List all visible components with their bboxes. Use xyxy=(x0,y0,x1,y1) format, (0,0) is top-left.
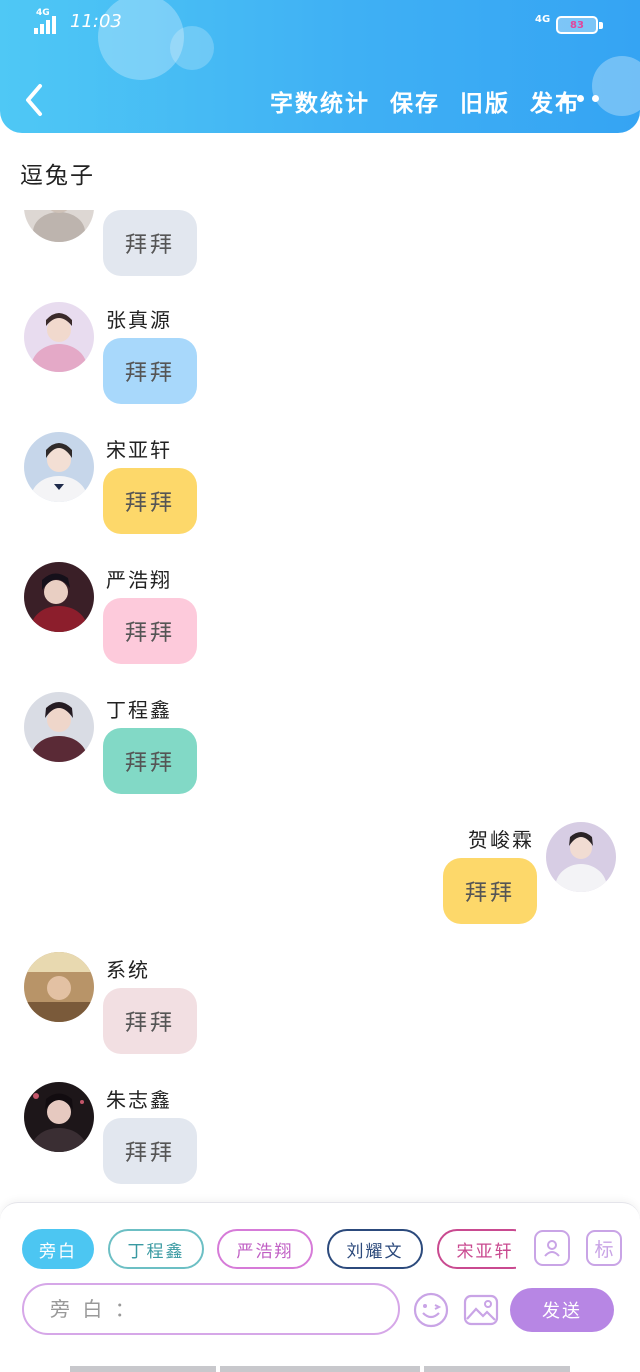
header-actions: 字数统计 保存 旧版 发布 xyxy=(270,84,580,118)
chat-title: 逗兔子 xyxy=(20,163,95,189)
avatar[interactable] xyxy=(546,822,616,892)
status-bar: 4G 11:03 4G 83 xyxy=(0,8,640,38)
send-button[interactable]: 发送 xyxy=(510,1288,614,1332)
battery-level: 83 xyxy=(570,19,584,31)
chevron-left-icon xyxy=(26,84,42,116)
sender-name: 宋亚轩 xyxy=(106,438,172,462)
message-bubble[interactable]: 拜拜 xyxy=(103,728,197,794)
message-bubble[interactable]: 拜拜 xyxy=(103,210,197,276)
top-bar: 4G 11:03 4G 83 字数统计 保存 旧版 发布 xyxy=(0,0,640,133)
avatar[interactable] xyxy=(24,952,94,1022)
sender-name: 丁程鑫 xyxy=(106,698,172,722)
message-bubble[interactable]: 拜拜 xyxy=(103,338,197,404)
message-bubble[interactable]: 拜拜 xyxy=(103,468,197,534)
message-list[interactable]: 拜拜 张真源 拜拜 宋亚轩 拜拜 严浩翔 拜拜 丁程鑫 拜拜 贺峻霖 拜拜 系统… xyxy=(0,210,640,1200)
message-bubble[interactable]: 拜拜 xyxy=(443,858,537,924)
sender-name: 系统 xyxy=(106,958,150,982)
word-count-button[interactable]: 字数统计 xyxy=(270,84,370,118)
message-bubble[interactable]: 拜拜 xyxy=(103,988,197,1054)
message-input-wrapper xyxy=(22,1283,400,1335)
nav-bar-segment xyxy=(220,1366,420,1372)
avatar[interactable] xyxy=(24,210,94,242)
battery-tip xyxy=(599,22,603,29)
character-chip[interactable]: 严浩翔 xyxy=(217,1229,313,1269)
avatar[interactable] xyxy=(24,1082,94,1152)
more-icon[interactable] xyxy=(562,95,599,102)
message-bubble[interactable]: 拜拜 xyxy=(103,1118,197,1184)
save-button[interactable]: 保存 xyxy=(390,84,440,118)
clock: 11:03 xyxy=(70,11,122,32)
sender-name: 张真源 xyxy=(106,308,172,332)
network-type-right: 4G xyxy=(535,14,551,25)
avatar[interactable] xyxy=(24,562,94,632)
signal-icon xyxy=(34,14,56,34)
battery-icon: 83 xyxy=(556,16,598,34)
nav-bar-segment xyxy=(424,1366,570,1372)
contact-icon[interactable] xyxy=(534,1230,570,1266)
label-button[interactable]: 标 xyxy=(586,1230,622,1266)
avatar[interactable] xyxy=(24,302,94,372)
character-chip[interactable]: 丁程鑫 xyxy=(108,1229,204,1269)
message-input[interactable] xyxy=(50,1297,370,1321)
sender-name: 严浩翔 xyxy=(106,568,172,592)
decor-bubble xyxy=(592,56,640,116)
back-button[interactable] xyxy=(20,80,50,120)
avatar[interactable] xyxy=(24,692,94,762)
avatar[interactable] xyxy=(24,432,94,502)
character-chip-narrator[interactable]: 旁白 xyxy=(22,1229,94,1269)
emoji-icon[interactable] xyxy=(412,1291,450,1329)
message-bubble[interactable]: 拜拜 xyxy=(103,598,197,664)
old-version-button[interactable]: 旧版 xyxy=(460,84,510,118)
character-chip[interactable]: 宋亚轩 xyxy=(437,1229,516,1269)
character-selector[interactable]: 旁白 丁程鑫 严浩翔 刘耀文 宋亚轩 xyxy=(22,1229,516,1273)
nav-bar-segment xyxy=(70,1366,216,1372)
character-chip[interactable]: 刘耀文 xyxy=(327,1229,423,1269)
image-icon[interactable] xyxy=(462,1291,500,1329)
sender-name: 朱志鑫 xyxy=(106,1088,172,1112)
sender-name: 贺峻霖 xyxy=(468,828,534,852)
